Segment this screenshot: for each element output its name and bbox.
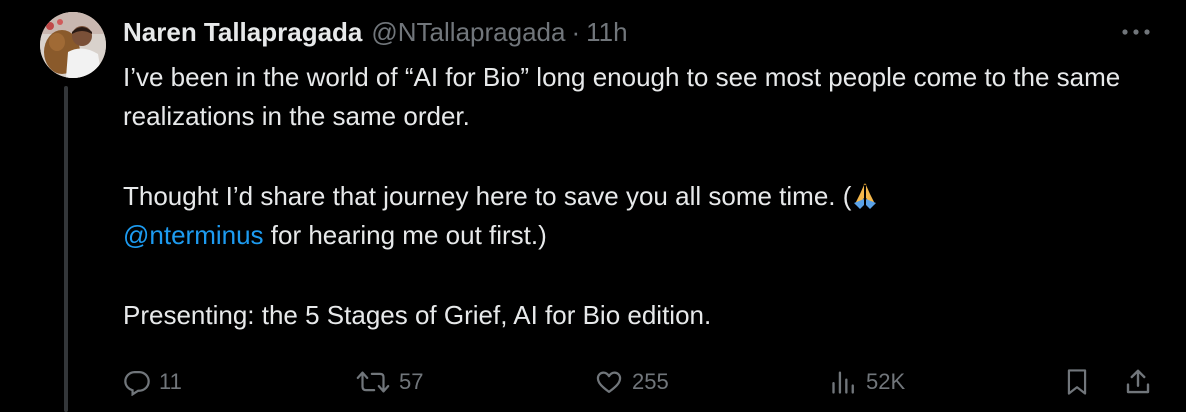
share-icon — [1123, 367, 1153, 397]
tweet[interactable]: Naren Tallapragada @NTallapragada · 11h … — [0, 0, 1186, 412]
reply-icon — [123, 368, 151, 396]
views-count: 52K — [866, 369, 906, 394]
repost-icon — [355, 368, 391, 396]
bookmark-button[interactable] — [1063, 362, 1091, 402]
action-bar: 11 57 255 52K — [0, 362, 1186, 402]
views-icon — [830, 368, 858, 396]
reply-count: 11 — [159, 369, 182, 394]
paragraph-2-suffix: for hearing me out first.) — [263, 220, 547, 250]
bookmark-icon — [1063, 367, 1091, 397]
repost-count: 57 — [399, 369, 424, 394]
repost-button[interactable]: 57 — [355, 362, 423, 402]
like-count: 255 — [632, 369, 669, 394]
paragraph-2-text: Thought I’d share that journey here to s… — [123, 181, 852, 211]
timestamp[interactable]: 11h — [586, 17, 627, 48]
author-name[interactable]: Naren Tallapragada — [123, 17, 362, 48]
reply-button[interactable]: 11 — [123, 362, 182, 402]
tweet-paragraph-1: I’ve been in the world of “AI for Bio” l… — [123, 62, 1121, 131]
pray-emoji-icon — [851, 182, 879, 210]
like-button[interactable]: 255 — [594, 362, 669, 402]
like-icon — [594, 368, 624, 396]
share-button[interactable] — [1123, 362, 1153, 402]
tweet-paragraph-3: Presenting: the 5 Stages of Grief, AI fo… — [123, 300, 712, 330]
tweet-paragraph-2: Thought I’d share that journey here to s… — [123, 177, 1163, 255]
avatar[interactable] — [40, 12, 106, 78]
tweet-header: Naren Tallapragada @NTallapragada · 11h — [123, 14, 628, 50]
mention-link[interactable]: @nterminus — [123, 220, 264, 250]
more-icon[interactable] — [1118, 20, 1154, 44]
tweet-text: I’ve been in the world of “AI for Bio” l… — [123, 58, 1163, 335]
views-button[interactable]: 52K — [830, 362, 905, 402]
separator-dot: · — [571, 16, 581, 47]
author-handle[interactable]: @NTallapragada — [371, 17, 565, 48]
